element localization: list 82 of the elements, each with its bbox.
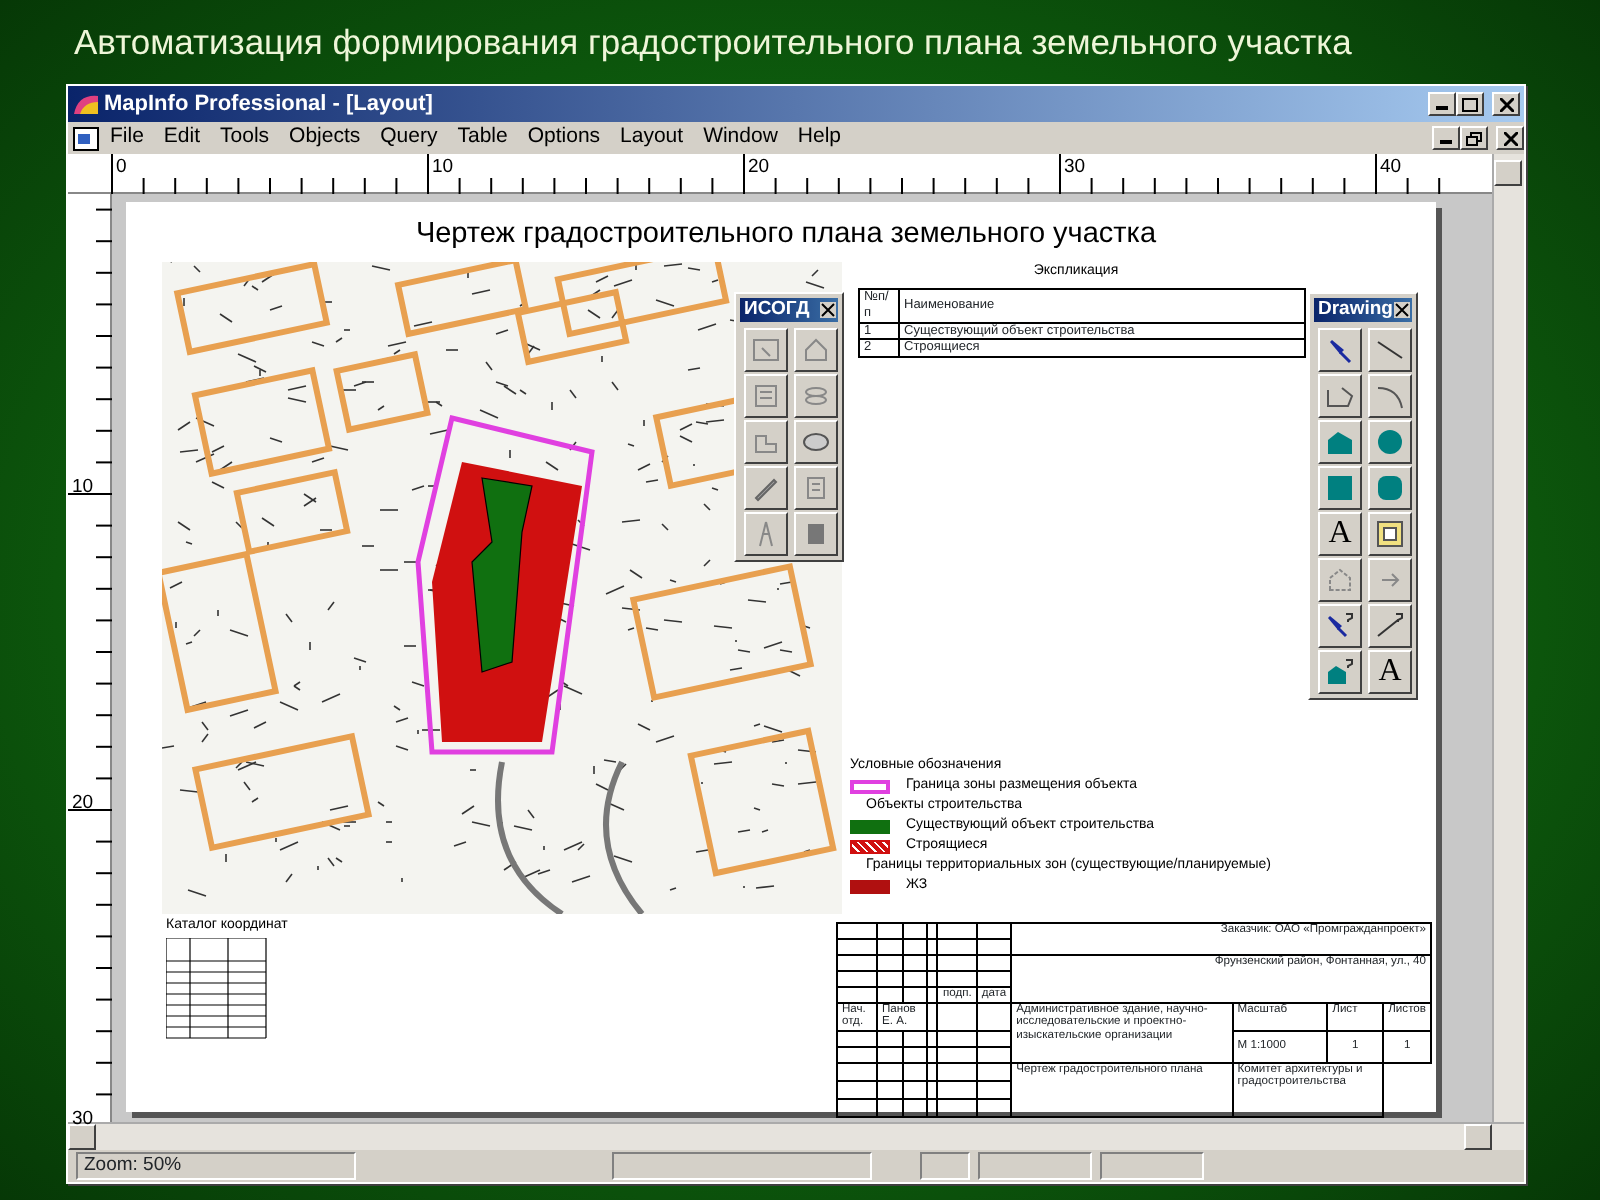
menu-item[interactable]: Help: [787, 122, 852, 154]
circle-icon: [1374, 426, 1406, 458]
restore-icon: [1466, 131, 1482, 145]
book-tool-button[interactable]: [794, 512, 838, 556]
menu-item[interactable]: Window: [693, 122, 788, 154]
arc-tool-button[interactable]: [1368, 374, 1412, 418]
plan-tool-button[interactable]: [744, 420, 788, 464]
app-logo-icon: [72, 92, 100, 116]
circle-tool-button[interactable]: [1368, 420, 1412, 464]
ruler-label: 10: [72, 478, 94, 497]
polygon-icon: [1324, 426, 1356, 458]
region-style-icon: [1324, 656, 1356, 688]
map-window-tool-button[interactable]: [744, 328, 788, 372]
frame-tool-button[interactable]: [1368, 512, 1412, 556]
text-tool-button[interactable]: A: [1318, 512, 1362, 556]
region-style-tool-button[interactable]: [1318, 650, 1362, 694]
line-tool-button[interactable]: [1368, 328, 1412, 372]
ruler-label: 20: [748, 158, 770, 177]
form-tool-button[interactable]: [794, 466, 838, 510]
menu-item[interactable]: Tools: [210, 122, 280, 154]
close-button[interactable]: [1492, 92, 1520, 116]
menu-item[interactable]: Table: [447, 122, 518, 154]
horizontal-scrollbar[interactable]: [68, 1122, 1524, 1150]
pushpin-tool-button[interactable]: [1318, 328, 1362, 372]
close-icon: [1499, 97, 1513, 111]
menu-item[interactable]: Options: [517, 122, 611, 154]
ruler-label: 40: [1380, 158, 1402, 177]
status-panel: [1100, 1152, 1204, 1180]
house-tool-button[interactable]: [794, 328, 838, 372]
maximize-icon: [1462, 97, 1478, 111]
zoom-status: Zoom: 50%: [76, 1152, 356, 1180]
status-panel: [920, 1152, 970, 1180]
square-tool-button[interactable]: [1318, 466, 1362, 510]
window-title: MapInfo Professional - [Layout]: [104, 89, 435, 120]
status-panel: [978, 1152, 1092, 1180]
polygon-tool-button[interactable]: [1318, 420, 1362, 464]
house-icon: [800, 334, 832, 366]
rounded-square-tool-button[interactable]: [1368, 466, 1412, 510]
document-icon[interactable]: [72, 125, 100, 151]
document-icon: [750, 380, 782, 412]
pushpin-style-tool-button[interactable]: [1318, 604, 1362, 648]
tower-tool-button[interactable]: [744, 512, 788, 556]
reshape-icon: [1324, 564, 1356, 596]
close-icon: [1394, 302, 1410, 318]
pushpin-icon: [1324, 334, 1356, 366]
toolbar-title: ИСОГД: [740, 298, 838, 322]
ellipse-tool-button[interactable]: [794, 420, 838, 464]
minimize-button[interactable]: [1428, 92, 1456, 116]
restore-button[interactable]: [1460, 126, 1488, 150]
ruler-label: 30: [72, 1110, 94, 1129]
pushpin-style-icon: [1324, 610, 1356, 642]
ruler-label: 0: [116, 158, 127, 177]
ruler-label: 30: [1064, 158, 1086, 177]
ruler-label: 20: [72, 794, 94, 813]
coordinate-table-drawing: [166, 938, 268, 1040]
close-icon: [1503, 131, 1517, 145]
close-icon: [820, 302, 836, 318]
menu-item[interactable]: Query: [370, 122, 448, 154]
polyline-tool-button[interactable]: [1318, 374, 1362, 418]
menu-item[interactable]: Objects: [279, 122, 371, 154]
text-style-button[interactable]: A: [1368, 650, 1412, 694]
toolbar-title: Drawing: [1314, 298, 1412, 322]
slide-title: Автоматизация формирования градостроительного плана земельного участка: [72, 20, 1354, 66]
minimize-button[interactable]: [1432, 126, 1460, 150]
rounded-square-icon: [1374, 472, 1406, 504]
menu-item[interactable]: Layout: [610, 122, 694, 154]
maximize-button[interactable]: [1456, 92, 1484, 116]
menu-item[interactable]: Edit: [153, 122, 211, 154]
reshape-tool-button[interactable]: [1318, 558, 1362, 602]
pencil-tool-button[interactable]: [744, 466, 788, 510]
line-style-icon: [1374, 610, 1406, 642]
menu-item[interactable]: File: [100, 122, 154, 154]
drawing-title: Чертеж градостроительного плана земельного участка: [413, 218, 1159, 252]
document-tool-button[interactable]: [744, 374, 788, 418]
vertical-scrollbar[interactable]: [1492, 154, 1524, 1122]
add-node-tool-button[interactable]: [1368, 558, 1412, 602]
square-icon: [1324, 472, 1356, 504]
close-button[interactable]: [1496, 126, 1524, 150]
layers-tool-button[interactable]: [794, 374, 838, 418]
line-style-tool-button[interactable]: [1368, 604, 1412, 648]
ruler-label: 10: [432, 158, 454, 177]
frame-icon: [1374, 518, 1406, 550]
